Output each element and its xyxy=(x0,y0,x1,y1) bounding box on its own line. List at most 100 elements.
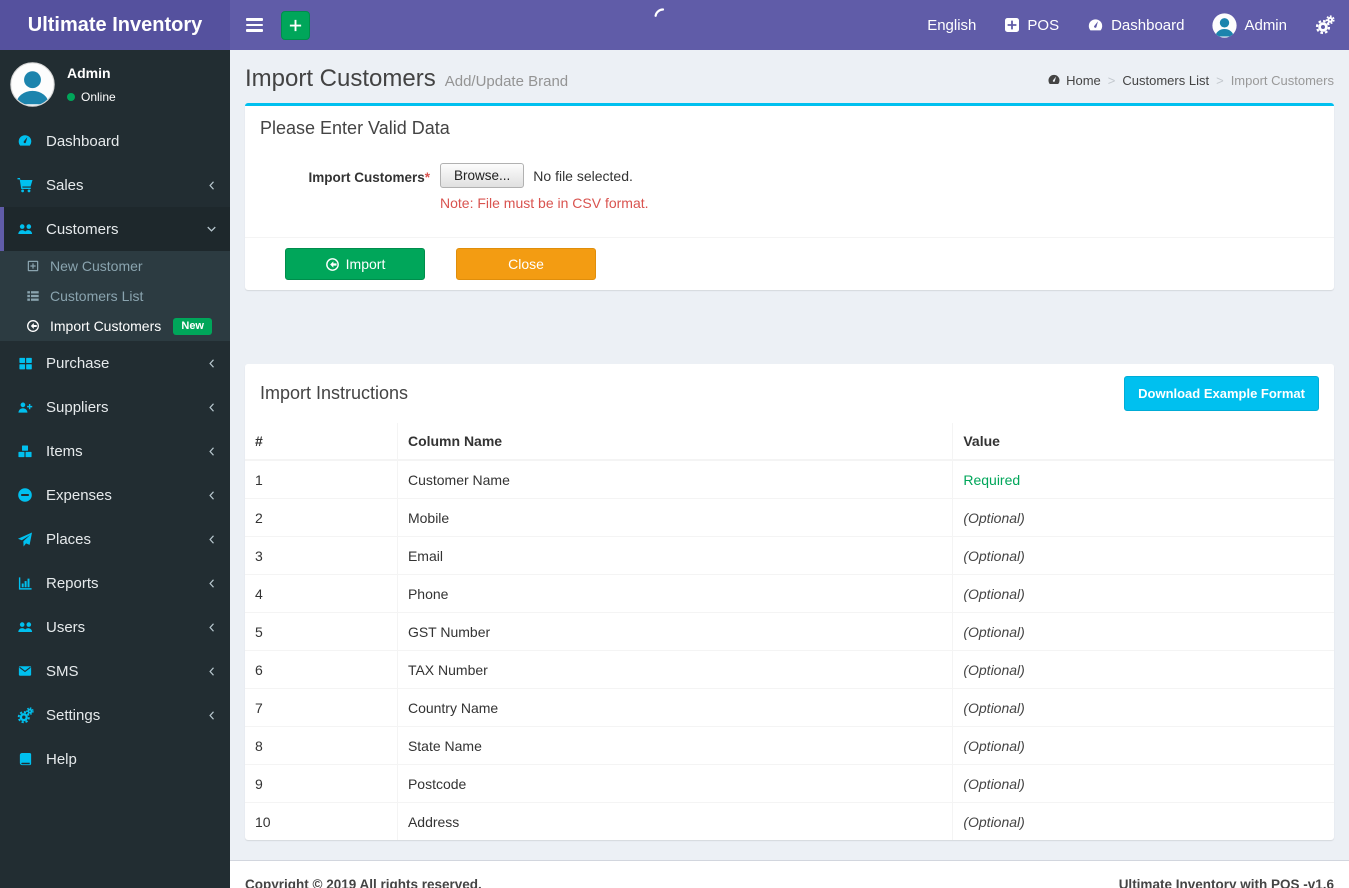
table-row: 6 TAX Number (Optional) xyxy=(245,650,1334,689)
page-footer: Copyright © 2019 All rights reserved. Ul… xyxy=(230,860,1349,888)
table-row: 2 Mobile (Optional) xyxy=(245,498,1334,537)
breadcrumb-current: Import Customers xyxy=(1230,72,1334,88)
page-title: Import Customers Add/Update Brand xyxy=(245,65,569,92)
sidebar-item-users[interactable]: Users xyxy=(0,605,230,649)
table-row: 9 Postcode (Optional) xyxy=(245,764,1334,803)
user-status[interactable]: Online xyxy=(67,90,116,104)
sidebar-item-help[interactable]: Help xyxy=(0,737,230,781)
sidebar-item-suppliers[interactable]: Suppliers xyxy=(0,385,230,429)
sidebar-item-sms[interactable]: SMS xyxy=(0,649,230,693)
sidebar-item-sales[interactable]: Sales xyxy=(0,163,230,207)
hamburger-icon xyxy=(246,18,263,21)
arrow-circle-left-icon xyxy=(24,319,42,333)
list-icon xyxy=(24,289,42,303)
browse-file-button[interactable]: Browse... xyxy=(440,163,525,188)
loading-spinner-icon xyxy=(653,7,673,27)
table-row: 7 Country Name (Optional) xyxy=(245,688,1334,727)
sidebar-item-import-customers[interactable]: Import Customers New xyxy=(0,311,230,341)
import-form-panel: Please Enter Valid Data Import Customers… xyxy=(245,103,1334,290)
new-badge: New xyxy=(173,317,212,335)
user-plus-icon xyxy=(15,400,35,415)
nav-language[interactable]: English xyxy=(913,0,990,50)
user-name: Admin xyxy=(67,65,111,81)
sidebar-toggle-button[interactable] xyxy=(230,0,279,50)
plus-icon xyxy=(288,18,303,33)
table-row: 3 Email (Optional) xyxy=(245,536,1334,575)
breadcrumb-separator: > xyxy=(1216,72,1224,88)
sidebar-item-reports[interactable]: Reports xyxy=(0,561,230,605)
arrow-circle-left-icon xyxy=(325,257,340,272)
chevron-down-icon xyxy=(205,223,218,235)
nav-dashboard[interactable]: Dashboard xyxy=(1073,0,1198,50)
chevron-left-icon xyxy=(206,533,218,546)
breadcrumb-customers-list[interactable]: Customers List xyxy=(1122,73,1209,88)
value-optional: (Optional) xyxy=(952,802,1334,840)
sidebar-item-new-customer[interactable]: New Customer xyxy=(0,251,230,281)
book-icon xyxy=(15,752,35,767)
value-optional: (Optional) xyxy=(952,536,1334,575)
breadcrumb: Home > Customers List > Import Customers xyxy=(1047,73,1334,88)
content-wrapper: Import Customers Add/Update Brand Home > … xyxy=(230,50,1349,840)
sidebar-menu: Dashboard Sales Customers New Customer C… xyxy=(0,119,230,781)
chevron-left-icon xyxy=(206,709,218,722)
sidebar-item-items[interactable]: Items xyxy=(0,429,230,473)
col-header-value: Value xyxy=(952,423,1334,461)
table-row: 8 State Name (Optional) xyxy=(245,726,1334,765)
sidebar: Admin Online Dashboard Sales Customers N… xyxy=(0,50,230,888)
avatar xyxy=(10,62,55,107)
sidebar-item-customers-list[interactable]: Customers List xyxy=(0,281,230,311)
required-asterisk: * xyxy=(424,170,430,185)
nav-pos[interactable]: POS xyxy=(990,0,1073,50)
col-header-column-name: Column Name xyxy=(397,423,954,461)
csv-note: Note: File must be in CSV format. xyxy=(440,195,649,211)
users-icon xyxy=(15,619,35,635)
plus-square-icon xyxy=(1004,17,1020,33)
brand-logo[interactable]: Ultimate Inventory xyxy=(0,0,230,50)
quick-add-button[interactable] xyxy=(281,10,310,40)
online-dot-icon xyxy=(67,93,75,101)
users-icon xyxy=(15,221,35,237)
sidebar-item-purchase[interactable]: Purchase xyxy=(0,341,230,385)
value-optional: (Optional) xyxy=(952,574,1334,613)
cubes-icon xyxy=(15,444,35,459)
cogs-icon xyxy=(1315,15,1335,35)
table-row: 1 Customer Name Required xyxy=(245,459,1334,499)
top-navbar: Ultimate Inventory English POS Dashboard xyxy=(0,0,1349,50)
nav-settings-button[interactable] xyxy=(1301,0,1349,50)
sidebar-item-dashboard[interactable]: Dashboard xyxy=(0,119,230,163)
value-optional: (Optional) xyxy=(952,688,1334,727)
chevron-left-icon xyxy=(206,665,218,678)
minus-circle-icon xyxy=(15,487,35,503)
table-row: 4 Phone (Optional) xyxy=(245,574,1334,613)
sidebar-item-settings[interactable]: Settings xyxy=(0,693,230,737)
tachometer-icon xyxy=(1087,17,1104,34)
copyright-text: Copyright © 2019 All rights reserved. xyxy=(245,877,482,888)
import-button[interactable]: Import xyxy=(285,248,425,280)
avatar xyxy=(1212,12,1238,38)
chevron-left-icon xyxy=(206,489,218,502)
import-instructions-panel: Import Instructions Download Example For… xyxy=(245,364,1334,840)
value-optional: (Optional) xyxy=(952,612,1334,651)
chevron-left-icon xyxy=(206,179,218,192)
page-subtitle: Add/Update Brand xyxy=(444,73,569,90)
close-button[interactable]: Close xyxy=(456,248,596,280)
value-optional: (Optional) xyxy=(952,650,1334,689)
nav-user-menu[interactable]: Admin xyxy=(1198,0,1301,50)
value-optional: (Optional) xyxy=(952,498,1334,537)
import-file-label: Import Customers* xyxy=(308,170,430,185)
table-header-row: # Column Name Value xyxy=(245,423,1334,461)
chevron-left-icon xyxy=(206,621,218,634)
form-panel-header: Please Enter Valid Data xyxy=(260,118,450,138)
sidebar-item-customers[interactable]: Customers xyxy=(0,207,230,251)
sidebar-item-expenses[interactable]: Expenses xyxy=(0,473,230,517)
table-row: 10 Address (Optional) xyxy=(245,802,1334,840)
download-example-format-button[interactable]: Download Example Format xyxy=(1124,376,1319,411)
breadcrumb-home[interactable]: Home xyxy=(1047,73,1101,88)
tachometer-icon xyxy=(1047,73,1061,87)
sidebar-item-places[interactable]: Places xyxy=(0,517,230,561)
value-optional: (Optional) xyxy=(952,764,1334,803)
col-header-num: # xyxy=(245,423,398,461)
tachometer-icon xyxy=(15,133,35,149)
table-row: 5 GST Number (Optional) xyxy=(245,612,1334,651)
chevron-left-icon xyxy=(206,445,218,458)
